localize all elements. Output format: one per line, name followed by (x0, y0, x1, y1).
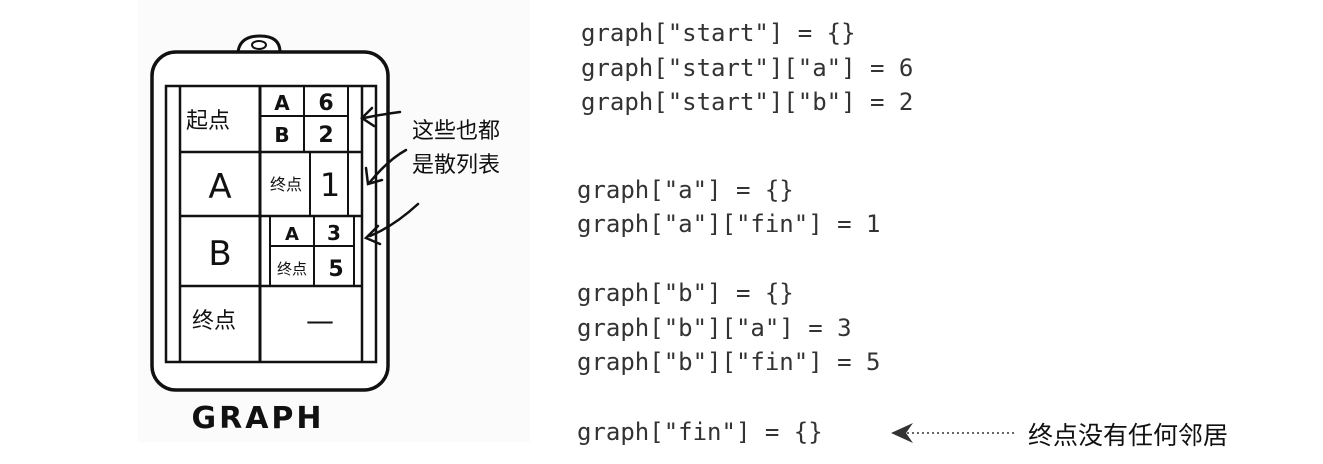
side-note-line1: 这些也都 (412, 119, 500, 144)
graph-illustration: 起点 A B 终点 A 6 B 2 终点 1 A 3 终点 5 — 这些也都 是… (138, 0, 530, 442)
row-label-b: B (208, 234, 231, 274)
empty-mark: — (306, 304, 334, 337)
code-line: graph["b"]["a"] = 3 (577, 314, 852, 342)
arrow-head-icon (891, 423, 913, 443)
code-line: graph["a"] = {} (577, 176, 794, 204)
fin-pointer-arrow (891, 423, 1015, 443)
entry-value: 1 (320, 166, 340, 204)
entry-key: B (274, 123, 289, 147)
hash-table-drawing: 起点 A B 终点 A 6 B 2 终点 1 A 3 终点 5 — 这些也都 是… (150, 34, 500, 436)
code-line: graph["start"]["b"] = 2 (581, 88, 914, 116)
entry-value: 2 (318, 123, 333, 148)
code-line: graph["fin"] = {} (577, 418, 823, 446)
entry-key: A (274, 91, 290, 115)
code-line: graph["start"]["a"] = 6 (581, 54, 914, 82)
entry-value: 6 (318, 91, 333, 116)
code-line: graph["b"] = {} (577, 279, 794, 307)
entry-key: 终点 (270, 175, 302, 194)
code-line: graph["b"]["fin"] = 5 (577, 348, 881, 376)
side-note-line2: 是散列表 (412, 153, 500, 178)
row-label-fin: 终点 (192, 309, 236, 334)
entry-value: 5 (328, 257, 343, 282)
row-label-start: 起点 (186, 109, 230, 134)
code-line: graph["a"]["fin"] = 1 (577, 210, 881, 238)
entry-value: 3 (327, 221, 341, 245)
code-line: graph["start"] = {} (581, 19, 856, 47)
entry-key: 终点 (277, 260, 307, 278)
illustration-title: GRAPH (191, 401, 324, 436)
row-label-a: A (208, 167, 231, 207)
fin-note: 终点没有任何邻居 (1028, 421, 1229, 450)
entry-key: A (285, 224, 299, 245)
